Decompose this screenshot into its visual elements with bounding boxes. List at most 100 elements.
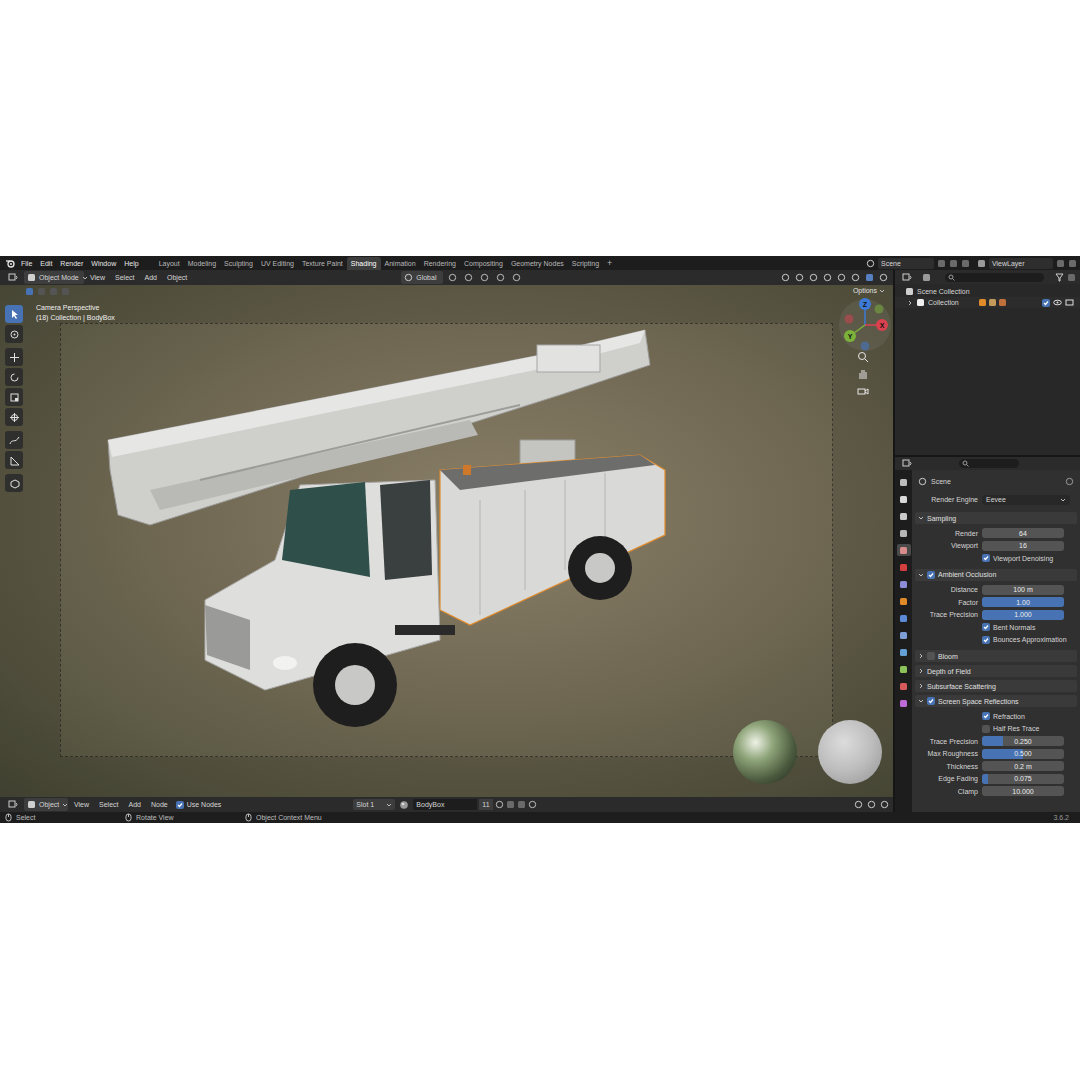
panel-header[interactable]: Ambient Occlusion: [915, 569, 1077, 581]
checkbox-field[interactable]: Bent Normals: [982, 623, 1035, 631]
options-menu[interactable]: Options: [853, 287, 885, 294]
workspace-tab[interactable]: Texture Paint: [298, 257, 347, 270]
falloff-icon[interactable]: [509, 273, 523, 282]
outliner-search[interactable]: [945, 273, 1044, 282]
number-field[interactable]: 0.2 m: [982, 761, 1064, 771]
material-shading-icon[interactable]: [864, 273, 875, 282]
rendered-shading-icon[interactable]: [878, 273, 889, 282]
render-tab-icon[interactable]: [897, 493, 911, 505]
material-users-button[interactable]: 11: [479, 799, 492, 810]
tool-tab-icon[interactable]: [897, 476, 911, 488]
menu-item[interactable]: Node: [147, 801, 172, 808]
workspace-tab[interactable]: Layout: [155, 257, 184, 270]
fake-user-icon[interactable]: [495, 800, 504, 809]
gizmo-toggle-icon[interactable]: [794, 273, 805, 282]
rotate-icon[interactable]: [5, 368, 23, 386]
workspace-tab[interactable]: Modeling: [184, 257, 220, 270]
number-field[interactable]: 100 m: [982, 585, 1064, 595]
gizmo-axis[interactable]: Z: [859, 298, 871, 310]
panel-header[interactable]: Subsurface Scattering: [915, 680, 1077, 692]
overlay-icon[interactable]: [808, 273, 819, 282]
gizmo-axis[interactable]: X: [876, 319, 888, 331]
pivot-icon[interactable]: [445, 273, 459, 282]
slider[interactable]: 0.250: [982, 736, 1064, 746]
select-icon[interactable]: [5, 305, 23, 323]
menu-item[interactable]: Add: [141, 274, 161, 281]
chevron-icon[interactable]: [918, 668, 924, 674]
view-layer-field[interactable]: ViewLayer: [989, 258, 1053, 269]
checkbox-field[interactable]: Viewport Denoising: [982, 554, 1053, 562]
checkbox[interactable]: [982, 623, 990, 631]
scale-icon[interactable]: [5, 388, 23, 406]
copy-icon[interactable]: [949, 259, 958, 268]
panel-header[interactable]: Depth of Field: [915, 665, 1077, 677]
workspace-tab[interactable]: Sculpting: [220, 257, 257, 270]
slider[interactable]: 1.000: [982, 610, 1064, 620]
slider[interactable]: 0.075: [982, 774, 1064, 784]
material-icon[interactable]: [397, 800, 411, 810]
pin-icon[interactable]: [528, 800, 537, 809]
workspace-tab[interactable]: Rendering: [420, 257, 460, 270]
shader-type-dropdown[interactable]: Object: [24, 798, 68, 811]
chevron-icon[interactable]: [918, 653, 924, 659]
new-collection-icon[interactable]: [1067, 273, 1076, 282]
workspace-tab[interactable]: Scripting: [568, 257, 603, 270]
checkbox[interactable]: [927, 697, 935, 705]
close-icon[interactable]: [1068, 259, 1077, 268]
object-tab-icon[interactable]: [897, 595, 911, 607]
checkbox[interactable]: [176, 801, 184, 809]
add-workspace-button[interactable]: +: [603, 259, 616, 268]
chevron-icon[interactable]: [918, 698, 924, 704]
editor-type-icon[interactable]: [899, 459, 915, 468]
checkbox[interactable]: [1042, 299, 1050, 307]
chevron-icon[interactable]: [918, 515, 924, 521]
eye-icon[interactable]: [1053, 299, 1062, 306]
texture-tab-icon[interactable]: [897, 697, 911, 709]
menu-item[interactable]: Select: [111, 274, 138, 281]
wireframe-shading-icon[interactable]: [836, 273, 847, 282]
menu-item[interactable]: Help: [120, 257, 142, 270]
world-tab-icon[interactable]: [897, 561, 911, 573]
add-cube-icon[interactable]: [5, 474, 23, 492]
workspace-tab[interactable]: Geometry Nodes: [507, 257, 568, 270]
editor-type-icon[interactable]: [899, 273, 915, 282]
workspace-tab[interactable]: Compositing: [460, 257, 507, 270]
close-icon[interactable]: [961, 259, 970, 268]
scene-icon[interactable]: [866, 259, 875, 268]
solid-shading-icon[interactable]: [850, 273, 861, 282]
panel-header[interactable]: Screen Space Reflections: [915, 695, 1077, 707]
hand-icon[interactable]: [857, 368, 869, 380]
scene-tab-icon[interactable]: [897, 544, 911, 556]
sidebar-icon[interactable]: [880, 800, 889, 809]
new-selection-icon[interactable]: [24, 286, 35, 297]
menu-item[interactable]: Window: [87, 257, 120, 270]
collection-tab-icon[interactable]: [897, 578, 911, 590]
snap-target-icon[interactable]: [477, 273, 491, 282]
navigation-gizmo[interactable]: Z Y X: [835, 295, 893, 355]
checkbox-field[interactable]: Bounces Approximation: [982, 636, 1067, 644]
checkbox[interactable]: [927, 571, 935, 579]
checkbox-field[interactable]: Half Res Trace: [982, 725, 1039, 733]
menu-item[interactable]: View: [86, 274, 109, 281]
workspace-tab[interactable]: Animation: [381, 257, 420, 270]
menu-item[interactable]: Object: [163, 274, 191, 281]
measure-icon[interactable]: [5, 451, 23, 469]
checkbox[interactable]: [927, 652, 935, 660]
menu-item[interactable]: Add: [125, 801, 145, 808]
panel-header[interactable]: Sampling: [915, 512, 1077, 524]
menu-item[interactable]: View: [70, 801, 93, 808]
snap-icon[interactable]: [854, 800, 863, 809]
subtract-selection-icon[interactable]: [48, 286, 59, 297]
outliner-row[interactable]: Collection: [895, 297, 1080, 308]
material-tab-icon[interactable]: [897, 680, 911, 692]
visibility-icon[interactable]: [780, 273, 791, 282]
workspace-tab[interactable]: UV Editing: [257, 257, 298, 270]
unlink-icon[interactable]: [517, 800, 526, 809]
display-mode-icon[interactable]: [918, 273, 934, 282]
particles-tab-icon[interactable]: [897, 629, 911, 641]
cursor-icon[interactable]: [5, 325, 23, 343]
move-icon[interactable]: [5, 348, 23, 366]
snap-icon[interactable]: [461, 273, 475, 282]
gizmo-axis[interactable]: Y: [844, 330, 856, 342]
number-field[interactable]: 16: [982, 541, 1064, 551]
